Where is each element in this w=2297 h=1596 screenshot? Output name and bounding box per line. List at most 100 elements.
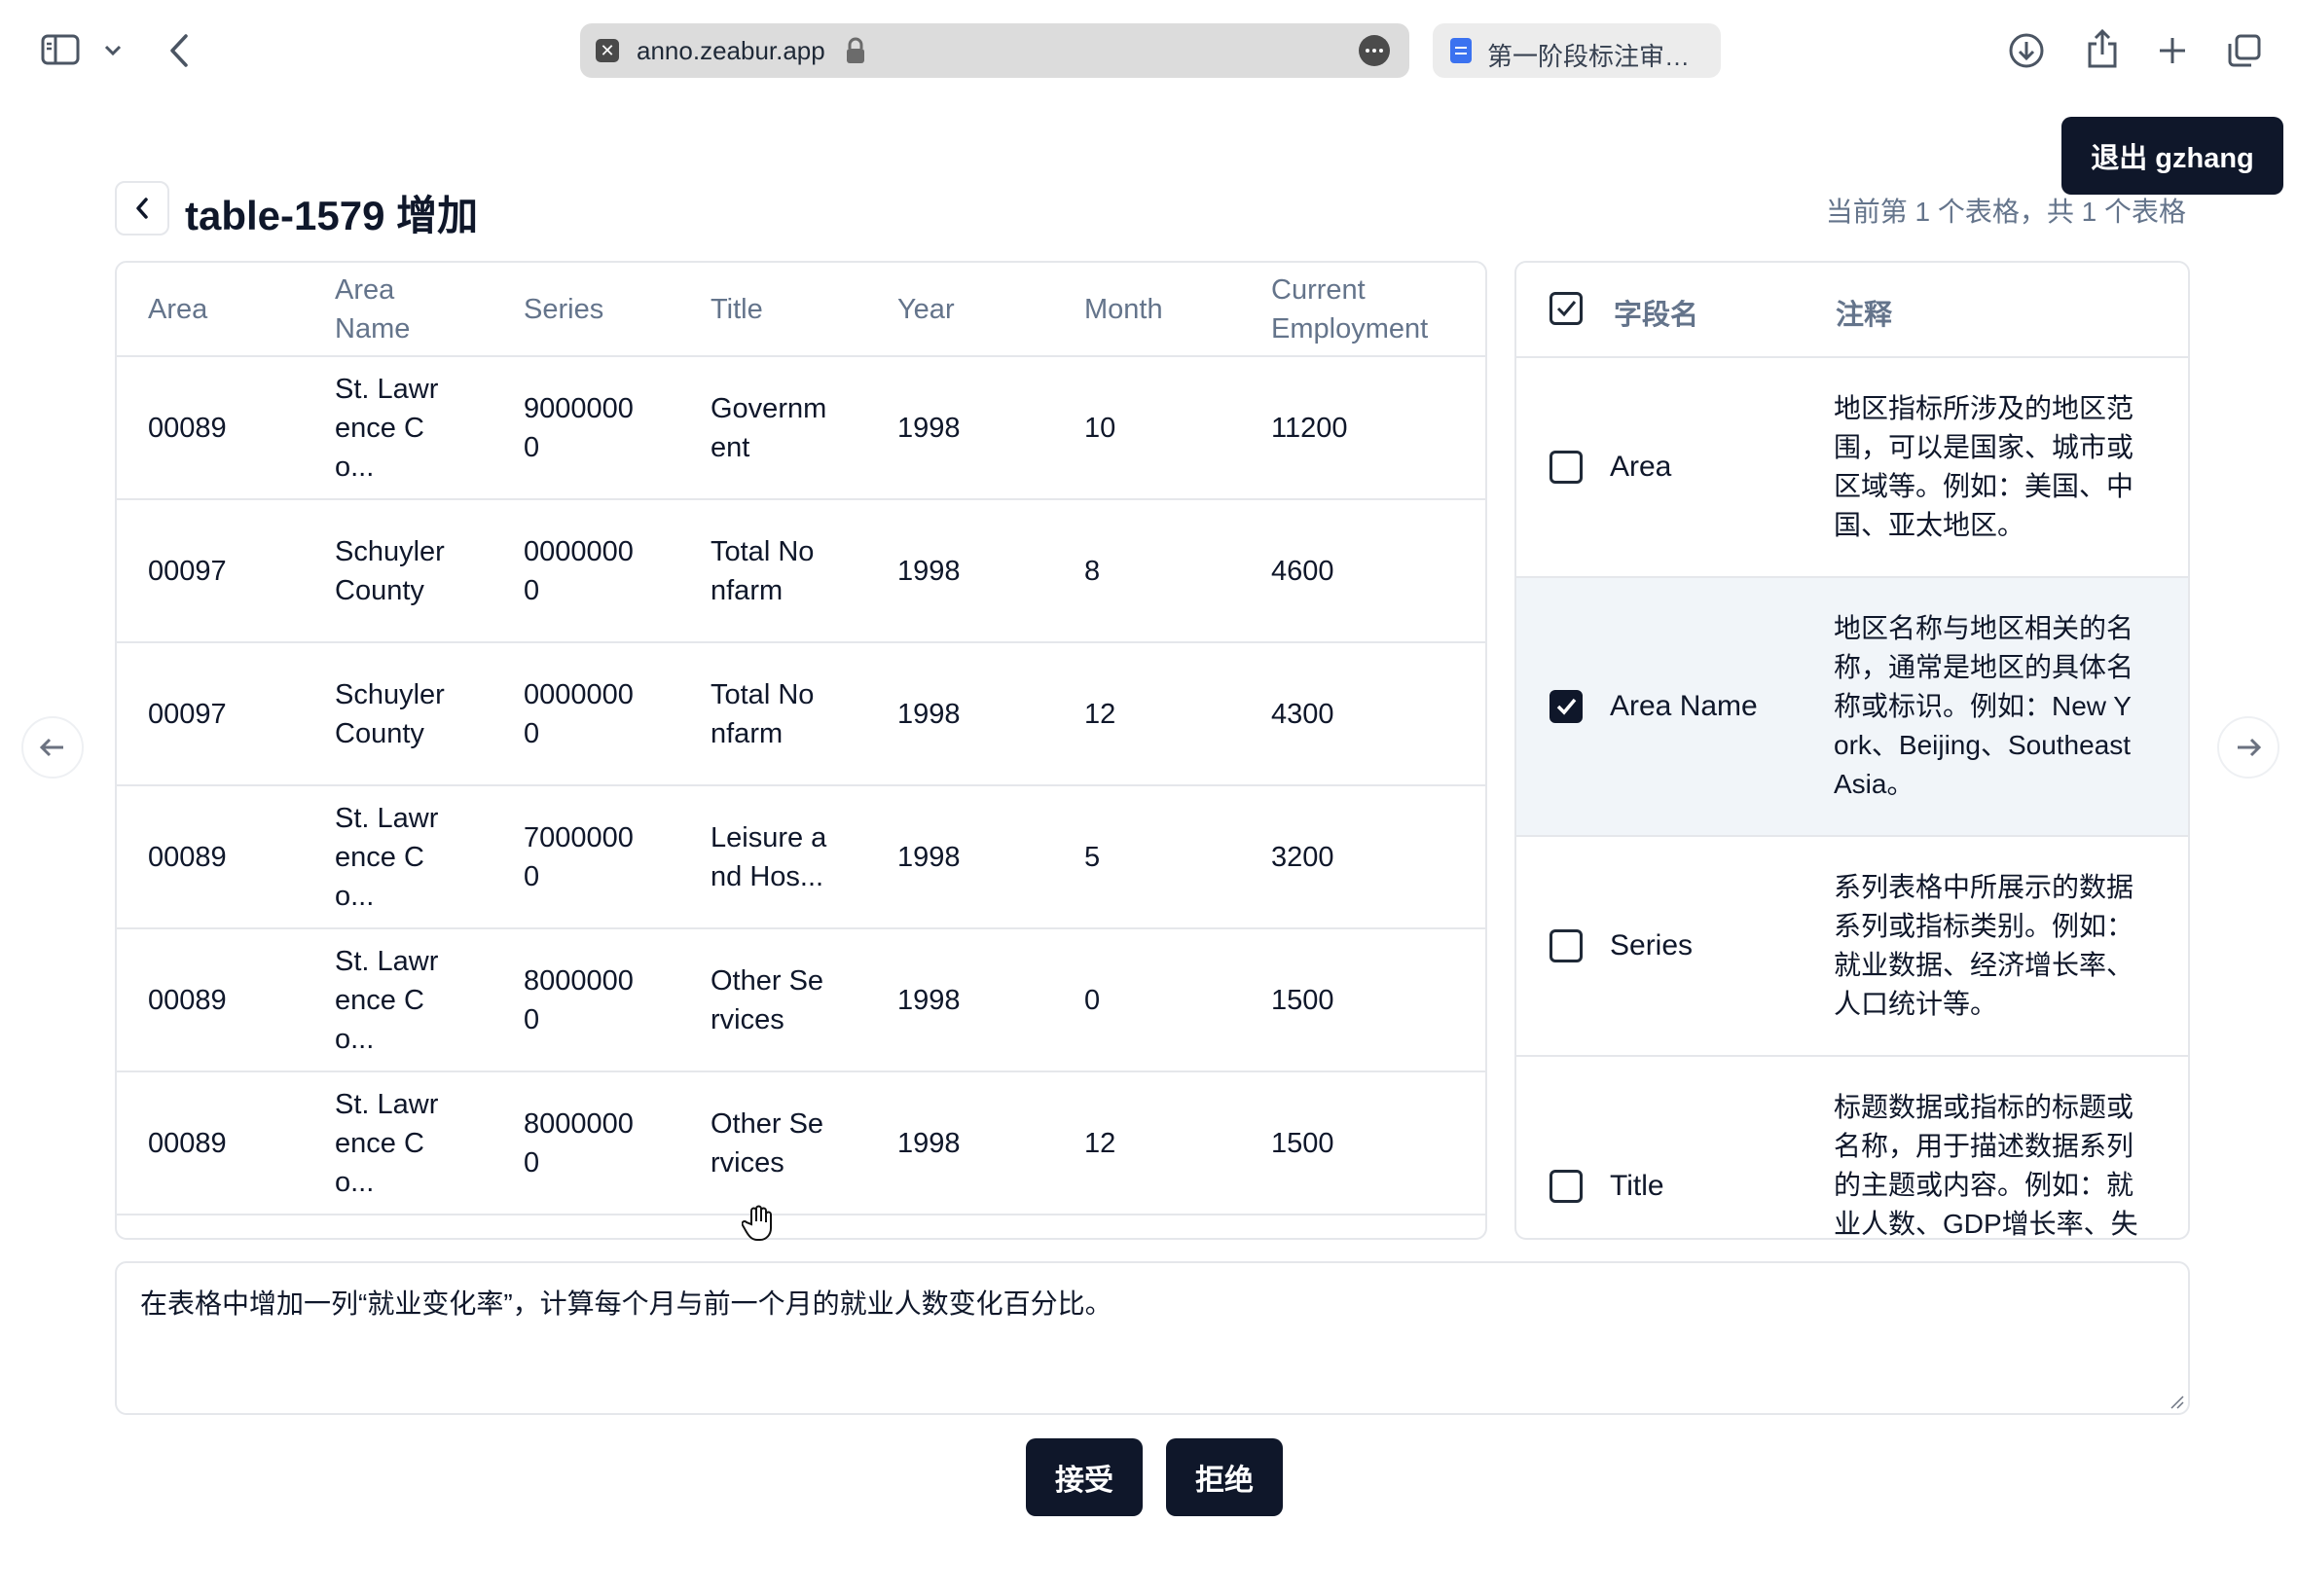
field-panel-header: 字段名 注释 <box>1516 263 2188 358</box>
chevron-down-icon[interactable] <box>101 39 125 62</box>
field-name: Series <box>1610 929 1694 961</box>
table-cell: 00089 <box>117 785 304 929</box>
field-selection-panel[interactable]: 字段名 注释 Area 地区指标所涉及的地区范围，可以是国家、城市或区域等。例如… <box>1514 261 2190 1240</box>
download-icon[interactable] <box>2007 31 2046 70</box>
table-cell: 80000000 <box>492 928 679 1072</box>
tab-overview-icon[interactable] <box>2225 31 2264 70</box>
table-cell: 00089 <box>117 356 304 500</box>
table-row[interactable]: 00089 St. Lawrence Co... 70000000 Leisur… <box>117 785 1485 929</box>
table-row[interactable]: 00089 St. Lawrence Co... 80000000 Other … <box>117 1071 1485 1215</box>
column-header[interactable]: Year <box>866 263 1053 357</box>
browser-back-icon[interactable] <box>164 31 195 70</box>
instruction-textarea[interactable]: 在表格中增加一列“就业变化率”，计算每个月与前一个月的就业人数变化百分比。 <box>115 1261 2190 1415</box>
table-cell: St. Lawrence Co... <box>304 1071 492 1215</box>
table-cell: St. Lawrence Co... <box>304 928 492 1072</box>
instruction-text: 在表格中增加一列“就业变化率”，计算每个月与前一个月的就业人数变化百分比。 <box>140 1288 1112 1319</box>
table-row[interactable]: 00089 St. Lawrence Co... 90000000 Govern… <box>117 356 1485 500</box>
table-cell: 00089 <box>117 928 304 1072</box>
field-note: 地区指标所涉及的地区范围，可以是国家、城市或区域等。例如：美国、中国、亚太地区。 <box>1834 393 2134 540</box>
share-icon[interactable] <box>2083 27 2122 70</box>
column-header[interactable]: Title <box>679 263 866 357</box>
table-cell: 1500 <box>1240 1071 1485 1215</box>
table-cell: St. Lawrence Co... <box>304 785 492 929</box>
field-row-title[interactable]: Title 标题数据或指标的标题或名称，用于描述数据系列的主题或内容。例如：就业… <box>1516 1057 2188 1238</box>
table-cell: 1998 <box>866 356 1053 500</box>
data-table-panel[interactable]: Area Area Name Series Title Year Month C… <box>115 261 1487 1240</box>
table-cell: 3200 <box>1240 785 1485 929</box>
field-checkbox[interactable] <box>1550 929 1583 962</box>
field-row-area-name[interactable]: Area Name 地区名称与地区相关的名称，通常是地区的具体名称或标识。例如：… <box>1516 578 2188 837</box>
site-favicon-icon: ✕ <box>596 39 619 62</box>
table-cell: 8 <box>1053 499 1240 643</box>
address-bar[interactable]: ✕ anno.zeabur.app <box>580 23 1409 78</box>
column-header[interactable]: Series <box>492 263 679 357</box>
table-cell: Schuyler County <box>304 642 492 786</box>
field-checkbox[interactable] <box>1550 1170 1583 1203</box>
table-cell: Total Nonfarm <box>679 499 866 643</box>
table-cell: 1998 <box>866 1071 1053 1215</box>
column-header[interactable]: Current Employment <box>1240 263 1485 357</box>
chevron-left-icon <box>136 198 148 219</box>
resize-handle-icon[interactable] <box>2169 1394 2184 1409</box>
back-button[interactable] <box>115 181 169 236</box>
table-row[interactable]: 00089 St. Lawrence Co... 80000000 Other … <box>117 928 1485 1072</box>
hand-cursor-icon <box>742 1205 772 1241</box>
reject-button[interactable]: 拒绝 <box>1166 1438 1283 1516</box>
table-row[interactable]: 00097 Schuyler County 00000000 Total Non… <box>117 499 1485 643</box>
field-note-header: 注释 <box>1836 300 1893 331</box>
table-counter: 当前第 1 个表格，共 1 个表格 <box>1825 197 2186 227</box>
logout-button[interactable]: 退出 gzhang <box>2061 117 2283 195</box>
page-title: table-1579 增加 <box>185 193 479 238</box>
table-cell: 10 <box>1053 356 1240 500</box>
table-cell: 12 <box>1053 642 1240 786</box>
field-name: Area <box>1610 451 1672 483</box>
column-header[interactable]: Area Name <box>304 263 492 357</box>
sidebar-toggle-icon[interactable] <box>39 33 82 66</box>
table-cell: 1998 <box>866 928 1053 1072</box>
table-cell: 5 <box>1053 785 1240 929</box>
next-table-button[interactable] <box>2217 716 2279 779</box>
table-cell: 12 <box>1053 1071 1240 1215</box>
field-name: Area Name <box>1610 690 1758 722</box>
table-cell: St. Lawrence Co... <box>304 356 492 500</box>
table-cell: 00097 <box>117 642 304 786</box>
table-cell: 1998 <box>866 785 1053 929</box>
table-cell: 00000000 <box>492 642 679 786</box>
arrow-left-icon <box>39 738 63 757</box>
table-cell: 1998 <box>866 642 1053 786</box>
select-all-checkbox[interactable] <box>1550 292 1583 325</box>
column-header[interactable]: Month <box>1053 263 1240 357</box>
data-table: Area Area Name Series Title Year Month C… <box>117 263 1485 1238</box>
address-url: anno.zeabur.app <box>637 36 825 65</box>
field-note: 地区名称与地区相关的名称，通常是地区的具体名称或标识。例如：New York、B… <box>1834 613 2134 799</box>
table-cell: 80000000 <box>492 1071 679 1215</box>
field-row-series[interactable]: Series 系列表格中所展示的数据系列或指标类别。例如：就业数据、经济增长率、… <box>1516 837 2188 1057</box>
table-cell: 1500 <box>1240 928 1485 1072</box>
table-cell: Total Nonfarm <box>679 642 866 786</box>
table-cell: 00097 <box>117 499 304 643</box>
table-cell: Other Services <box>679 1071 866 1215</box>
table-row[interactable] <box>117 1215 1485 1238</box>
table-cell: 90000000 <box>492 356 679 500</box>
table-row[interactable]: 00097 Schuyler County 00000000 Total Non… <box>117 642 1485 786</box>
column-header[interactable]: Area <box>117 263 304 357</box>
table-cell: 00000000 <box>492 499 679 643</box>
field-checkbox[interactable] <box>1550 451 1583 484</box>
table-cell: 70000000 <box>492 785 679 929</box>
field-note: 系列表格中所展示的数据系列或指标类别。例如：就业数据、经济增长率、人口统计等。 <box>1834 872 2134 1019</box>
table-cell: 1998 <box>866 499 1053 643</box>
more-options-icon[interactable] <box>1359 35 1390 66</box>
accept-button[interactable]: 接受 <box>1026 1438 1143 1516</box>
document-icon <box>1450 38 1472 63</box>
table-cell: Leisure and Hos... <box>679 785 866 929</box>
table-cell: 00089 <box>117 1071 304 1215</box>
new-tab-icon[interactable] <box>2153 31 2192 70</box>
field-checkbox[interactable] <box>1550 690 1583 723</box>
field-name: Title <box>1610 1170 1664 1202</box>
browser-tab[interactable]: 第一阶段标注审… <box>1433 23 1721 78</box>
field-row-area[interactable]: Area 地区指标所涉及的地区范围，可以是国家、城市或区域等。例如：美国、中国、… <box>1516 358 2188 578</box>
previous-table-button[interactable] <box>21 716 84 779</box>
table-cell: Government <box>679 356 866 500</box>
field-name-header: 字段名 <box>1614 300 1699 331</box>
table-cell: 4300 <box>1240 642 1485 786</box>
